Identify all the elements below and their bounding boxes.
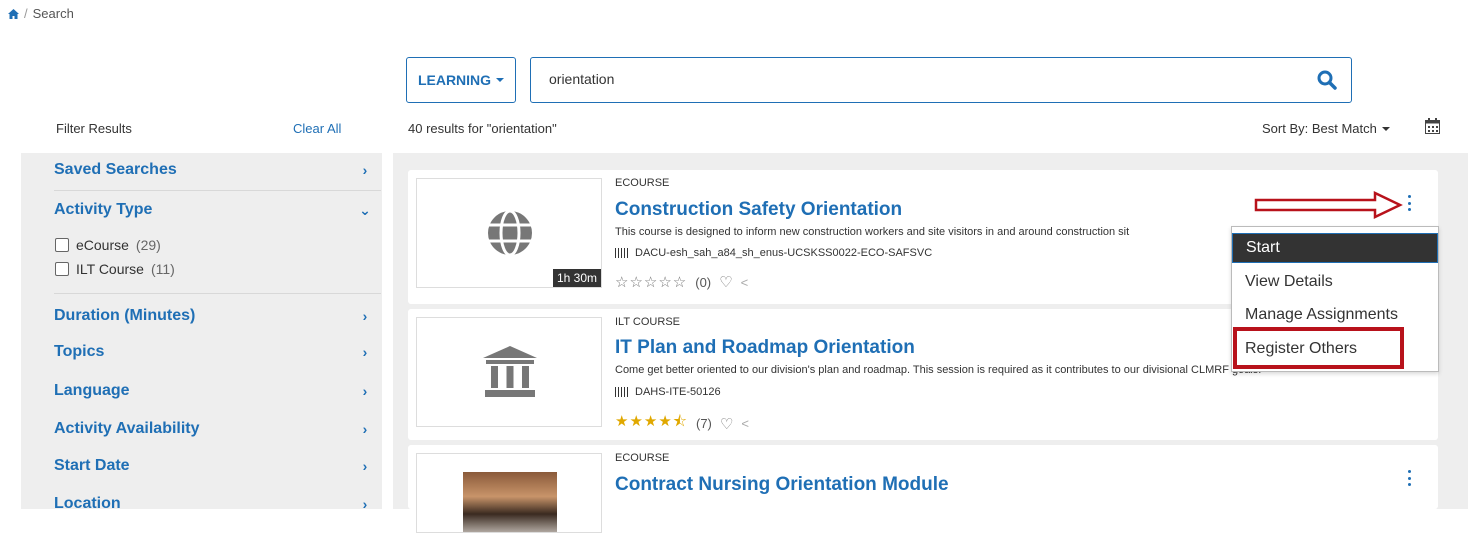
rating-count: (0) [695,274,712,290]
checkbox[interactable] [55,262,69,276]
learning-scope-label: LEARNING [417,72,492,88]
divider [54,293,381,294]
filter-saved-searches[interactable]: Saved Searches › [54,161,372,179]
result-card: ECOURSE Contract Nursing Orientation Mod… [408,445,1438,533]
filter-label: Saved Searches [54,161,177,178]
barcode-icon [615,387,629,397]
highlight-box [1233,327,1404,369]
option-label: eCourse [76,237,129,253]
caret-down-icon [1381,126,1390,131]
menu-item-start[interactable]: Start [1232,233,1438,263]
annotation-arrow-icon [1254,191,1403,219]
search-icon[interactable] [1317,70,1337,90]
filter-sidebar: Saved Searches › Activity Type ⌄ eCourse… [21,153,382,512]
chevron-down-icon: ⌄ [359,201,371,218]
option-count: (29) [135,237,161,253]
course-thumbnail[interactable]: 1h 30m [416,178,602,288]
checkbox[interactable] [55,238,69,252]
filter-duration[interactable]: Duration (Minutes) › [54,307,372,325]
star-rating[interactable]: ☆☆☆☆☆ [615,273,687,291]
rating-count: (7) [696,416,712,431]
filter-label: Activity Type [54,201,153,218]
course-code-text: DACU-esh_sah_a84_sh_enus-UCSKSS0022-ECO-… [635,247,933,259]
course-title-link[interactable]: IT Plan and Roadmap Orientation [615,337,915,359]
chevron-right-icon: › [362,496,368,512]
caret-down-icon [496,78,505,82]
search-input[interactable] [549,71,1249,87]
breadcrumb-separator: / [24,6,28,21]
clear-all-link[interactable]: Clear All [293,121,341,136]
course-title-link[interactable]: Contract Nursing Orientation Module [615,474,949,496]
chevron-right-icon: › [362,383,368,399]
filter-option-ecourse[interactable]: eCourse (29) [55,237,161,253]
share-icon[interactable]: < [741,275,749,290]
heart-icon[interactable]: ♡ [720,415,733,433]
filter-start-date[interactable]: Start Date › [54,457,372,475]
more-options-icon[interactable] [1406,195,1412,211]
course-type: ECOURSE [615,177,670,189]
course-description: This course is designed to inform new co… [615,226,1130,238]
globe-icon [488,210,532,256]
filter-label: Activity Availability [54,420,200,437]
chevron-right-icon: › [362,421,368,437]
divider [54,190,381,191]
course-photo [463,472,557,532]
menu-item-manage-assignments[interactable]: Manage Assignments [1232,300,1438,330]
institution-icon [483,346,537,397]
chevron-right-icon: › [362,308,368,324]
filter-activity-availability[interactable]: Activity Availability › [54,420,372,438]
duration-badge: 1h 30m [552,269,601,287]
rating-row: ★★★★⯪ (7) ♡ < [615,411,749,436]
filter-option-ilt-course[interactable]: ILT Course (11) [55,261,175,277]
heart-icon[interactable]: ♡ [719,273,732,291]
filter-location[interactable]: Location › [54,495,372,513]
breadcrumb-current: Search [32,6,74,21]
star-rating[interactable]: ★★★★⯪ [615,411,688,436]
search-box [530,57,1352,103]
course-thumbnail[interactable] [416,453,602,533]
course-type: ECOURSE [615,452,670,464]
course-title-link[interactable]: Construction Safety Orientation [615,199,902,221]
sort-by-label: Sort By: Best Match [1262,121,1377,136]
filter-language[interactable]: Language › [54,382,372,400]
breadcrumb: / Search [8,6,74,21]
chevron-right-icon: › [362,162,368,178]
chevron-right-icon: › [362,344,368,360]
sort-by-dropdown[interactable]: Sort By: Best Match [1262,121,1390,136]
course-thumbnail[interactable] [416,317,602,427]
menu-item-view-details[interactable]: View Details [1232,267,1438,297]
rating-row: ☆☆☆☆☆ (0) ♡ < [615,273,748,291]
barcode-icon [615,248,629,258]
filter-label: Start Date [54,457,130,474]
calendar-icon[interactable] [1425,118,1440,134]
filter-activity-type[interactable]: Activity Type ⌄ [54,201,372,219]
results-count: 40 results for "orientation" [408,121,557,136]
learning-scope-dropdown[interactable]: LEARNING [406,57,516,103]
filter-topics[interactable]: Topics › [54,343,372,361]
share-icon[interactable]: < [741,416,749,431]
course-code: DAHS-ITE-50126 [615,386,721,398]
chevron-right-icon: › [362,458,368,474]
home-icon[interactable] [8,8,19,19]
course-code: DACU-esh_sah_a84_sh_enus-UCSKSS0022-ECO-… [615,247,932,259]
more-options-icon[interactable] [1406,470,1412,486]
option-count: (11) [150,261,175,277]
filter-label: Topics [54,343,105,360]
filter-label: Language [54,382,130,399]
filter-label: Location [54,495,121,512]
course-type: ILT COURSE [615,316,680,328]
filter-label: Duration (Minutes) [54,307,196,324]
option-label: ILT Course [76,261,144,277]
filter-results-title: Filter Results [56,121,132,136]
course-code-text: DAHS-ITE-50126 [635,386,721,398]
